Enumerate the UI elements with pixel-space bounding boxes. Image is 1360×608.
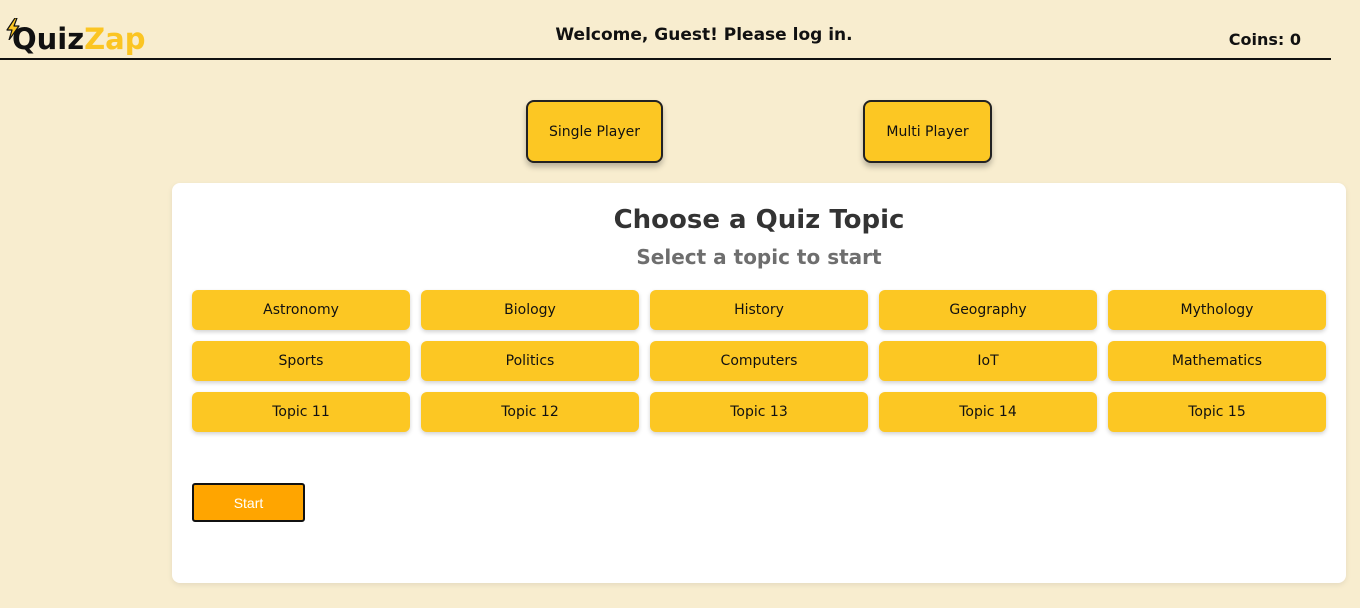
topic-button-mathematics[interactable]: Mathematics: [1108, 341, 1326, 381]
topic-button-astronomy[interactable]: Astronomy: [192, 290, 410, 330]
topic-card: Choose a Quiz Topic Select a topic to st…: [172, 183, 1346, 583]
start-button[interactable]: Start: [192, 483, 305, 522]
topic-button-geography[interactable]: Geography: [879, 290, 1097, 330]
topic-button-politics[interactable]: Politics: [421, 341, 639, 381]
header-bar: QuizZap Welcome, Guest! Please log in. C…: [0, 0, 1331, 60]
topic-button-biology[interactable]: Biology: [421, 290, 639, 330]
topic-button-12[interactable]: Topic 12: [421, 392, 639, 432]
topic-button-15[interactable]: Topic 15: [1108, 392, 1326, 432]
topic-grid: Astronomy Biology History Geography Myth…: [192, 290, 1326, 432]
card-title: Choose a Quiz Topic: [613, 205, 905, 235]
single-player-button[interactable]: Single Player: [526, 100, 663, 163]
welcome-message: Welcome, Guest! Please log in.: [555, 25, 853, 45]
coins-counter: Coins: 0: [1228, 30, 1301, 49]
topic-button-14[interactable]: Topic 14: [879, 392, 1097, 432]
topic-button-iot[interactable]: IoT: [879, 341, 1097, 381]
topic-button-11[interactable]: Topic 11: [192, 392, 410, 432]
topic-button-history[interactable]: History: [650, 290, 868, 330]
multi-player-button[interactable]: Multi Player: [863, 100, 992, 163]
topic-button-mythology[interactable]: Mythology: [1108, 290, 1326, 330]
topic-button-sports[interactable]: Sports: [192, 341, 410, 381]
topic-button-13[interactable]: Topic 13: [650, 392, 868, 432]
topic-button-computers[interactable]: Computers: [650, 341, 868, 381]
card-subtitle: Select a topic to start: [636, 245, 882, 269]
